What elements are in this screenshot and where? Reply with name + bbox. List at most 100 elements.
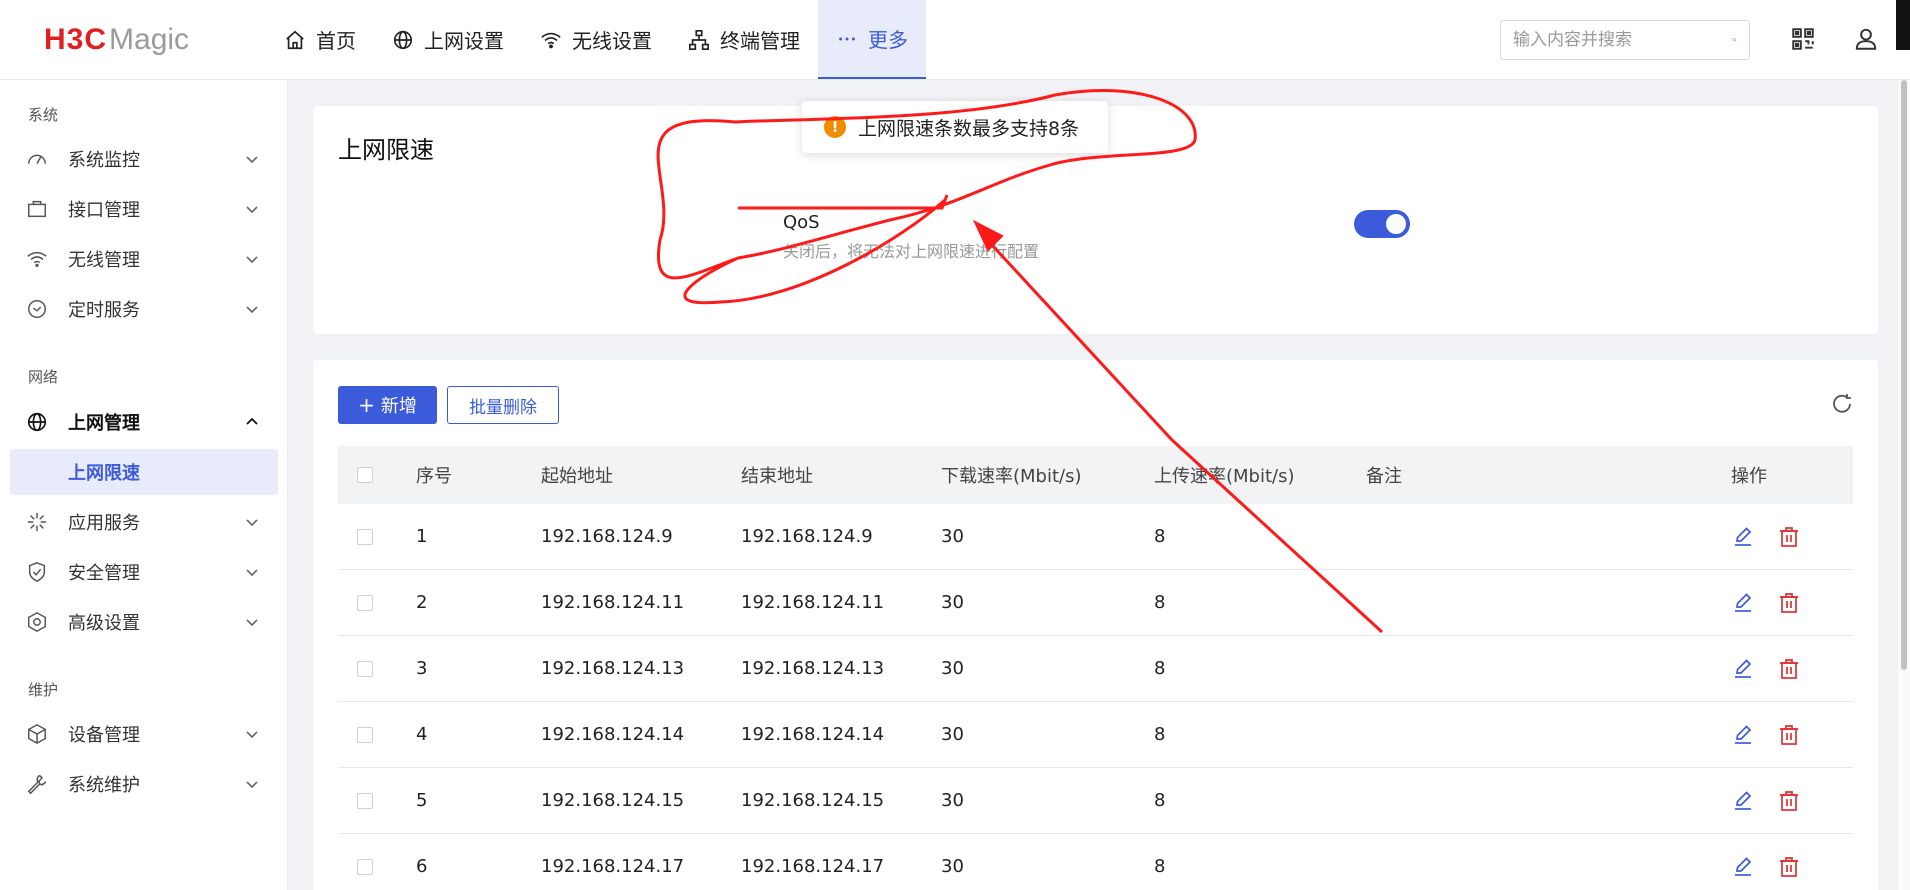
nav-internet-settings-label: 上网设置 [424, 29, 504, 53]
row-checkbox[interactable] [357, 858, 373, 875]
row-checkbox[interactable] [357, 528, 373, 545]
column-header-index: 序号 [416, 466, 452, 487]
chevron-down-icon [246, 306, 258, 314]
row-start-address: 192.168.124.14 [541, 724, 685, 745]
chevron-down-icon [246, 569, 258, 577]
delete-icon[interactable] [1777, 591, 1801, 615]
row-end-address: 192.168.124.11 [741, 592, 885, 613]
edit-icon[interactable] [1731, 525, 1755, 549]
row-index: 6 [416, 856, 428, 877]
sidebar-item-system-monitor[interactable]: 系统监控 [10, 136, 278, 182]
wifi-icon [541, 32, 561, 48]
delete-icon[interactable] [1777, 855, 1801, 879]
sidebar-item-device-management[interactable]: 设备管理 [10, 711, 278, 757]
logo-brand-text: H3C [44, 23, 108, 56]
sidebar-item-label: 接口管理 [68, 200, 140, 221]
page-title: 上网限速 [338, 136, 434, 164]
refresh-icon[interactable] [1830, 392, 1854, 416]
row-end-address: 192.168.124.13 [741, 658, 885, 679]
row-download-rate: 30 [941, 724, 964, 745]
edit-icon[interactable] [1731, 723, 1755, 747]
row-index: 5 [416, 790, 428, 811]
table-row: 3 192.168.124.13 192.168.124.13 30 8 [338, 636, 1853, 702]
nav-more[interactable]: 更多 [818, 0, 926, 79]
row-end-address: 192.168.124.14 [741, 724, 885, 745]
scrollbar-thumb[interactable] [1901, 80, 1907, 670]
wifi-icon [27, 251, 47, 268]
sidebar-group-maintenance: 维护 [28, 681, 59, 699]
table-header: 序号 起始地址 结束地址 下载速率(Mbit/s) 上传速率(Mbit/s) 备… [338, 446, 1853, 504]
table-body: 1 192.168.124.9 192.168.124.9 30 8 2 192.168.1… [338, 504, 1853, 890]
globe-icon [27, 412, 47, 432]
edit-icon[interactable] [1731, 591, 1755, 615]
page-scrollbar[interactable] [1898, 80, 1910, 890]
rate-limit-table-card: + 新增 批量删除 序号 起始地址 结束地址 下载速率(Mbit/s) 上传速率… [313, 360, 1878, 890]
column-header-start-address: 起始地址 [541, 466, 613, 487]
table-row: 2 192.168.124.11 192.168.124.11 30 8 [338, 570, 1853, 636]
add-button[interactable]: + 新增 [338, 386, 437, 424]
row-checkbox[interactable] [357, 792, 373, 809]
globe-icon [393, 30, 413, 49]
row-checkbox[interactable] [357, 594, 373, 611]
row-checkbox[interactable] [357, 660, 373, 677]
chevron-down-icon [246, 619, 258, 627]
sidebar-group-network: 网络 [28, 368, 59, 386]
sidebar-item-interface-management[interactable]: 接口管理 [10, 186, 278, 232]
row-end-address: 192.168.124.15 [741, 790, 885, 811]
delete-icon[interactable] [1777, 723, 1801, 747]
row-upload-rate: 8 [1154, 658, 1166, 679]
sparkle-icon [27, 512, 47, 532]
nav-more-label: 更多 [868, 28, 908, 52]
edit-icon[interactable] [1731, 789, 1755, 813]
user-icon[interactable] [1853, 26, 1879, 52]
nav-terminal-management[interactable]: 终端管理 [670, 0, 818, 79]
sidebar-group-system: 系统 [28, 106, 59, 124]
sidebar-item-label: 设备管理 [68, 725, 140, 746]
edit-icon[interactable] [1731, 855, 1755, 879]
cube-icon [28, 723, 46, 745]
nav-internet-settings[interactable]: 上网设置 [374, 0, 522, 79]
shield-icon [28, 562, 46, 582]
search-input[interactable] [1513, 30, 1732, 50]
sidebar-item-label: 应用服务 [68, 513, 140, 534]
sidebar-item-label: 系统监控 [68, 150, 140, 171]
row-checkbox[interactable] [357, 726, 373, 743]
sidebar-item-system-maintenance[interactable]: 系统维护 [10, 761, 278, 807]
sidebar-item-label: 系统维护 [68, 775, 140, 796]
chevron-down-icon [246, 519, 258, 527]
sidebar-item-wireless-management[interactable]: 无线管理 [10, 236, 278, 282]
batch-delete-button[interactable]: 批量删除 [447, 386, 559, 424]
select-all-checkbox[interactable] [357, 467, 373, 483]
sidebar-item-label: 无线管理 [68, 250, 140, 271]
sidebar-item-label: 定时服务 [68, 300, 140, 321]
clock-icon [28, 300, 46, 318]
table-row: 5 192.168.124.15 192.168.124.15 30 8 [338, 768, 1853, 834]
edit-icon[interactable] [1731, 657, 1755, 681]
main-nav: 首页 上网设置 无线设置 终端管理 更多 [266, 0, 926, 79]
nav-home[interactable]: 首页 [266, 0, 374, 79]
sidebar-item-advanced-settings[interactable]: 高级设置 [10, 599, 278, 645]
nav-wireless-settings[interactable]: 无线设置 [522, 0, 670, 79]
sidebar-item-internet-management[interactable]: 上网管理 [10, 399, 278, 445]
plus-icon: + [358, 393, 375, 417]
search-icon[interactable] [1732, 29, 1737, 51]
row-download-rate: 30 [941, 658, 964, 679]
qr-code-icon[interactable] [1790, 26, 1816, 52]
delete-icon[interactable] [1777, 525, 1801, 549]
sidebar-item-security-management[interactable]: 安全管理 [10, 549, 278, 595]
delete-icon[interactable] [1777, 657, 1801, 681]
table-row: 1 192.168.124.9 192.168.124.9 30 8 [338, 504, 1853, 570]
sidebar-subitem-rate-limit[interactable]: 上网限速 [10, 449, 278, 495]
row-download-rate: 30 [941, 526, 964, 547]
column-header-download-rate: 下载速率(Mbit/s) [941, 466, 1082, 487]
row-download-rate: 30 [941, 592, 964, 613]
h3c-magic-logo[interactable]: H3C Magic [44, 22, 189, 58]
chevron-down-icon [246, 256, 258, 264]
column-header-remark: 备注 [1366, 466, 1402, 487]
qos-toggle-switch[interactable] [1354, 210, 1410, 238]
table-row: 6 192.168.124.17 192.168.124.17 30 8 [338, 834, 1853, 890]
sidebar-item-scheduled-service[interactable]: 定时服务 [10, 286, 278, 332]
sidebar-item-application-service[interactable]: 应用服务 [10, 499, 278, 545]
row-upload-rate: 8 [1154, 724, 1166, 745]
delete-icon[interactable] [1777, 789, 1801, 813]
